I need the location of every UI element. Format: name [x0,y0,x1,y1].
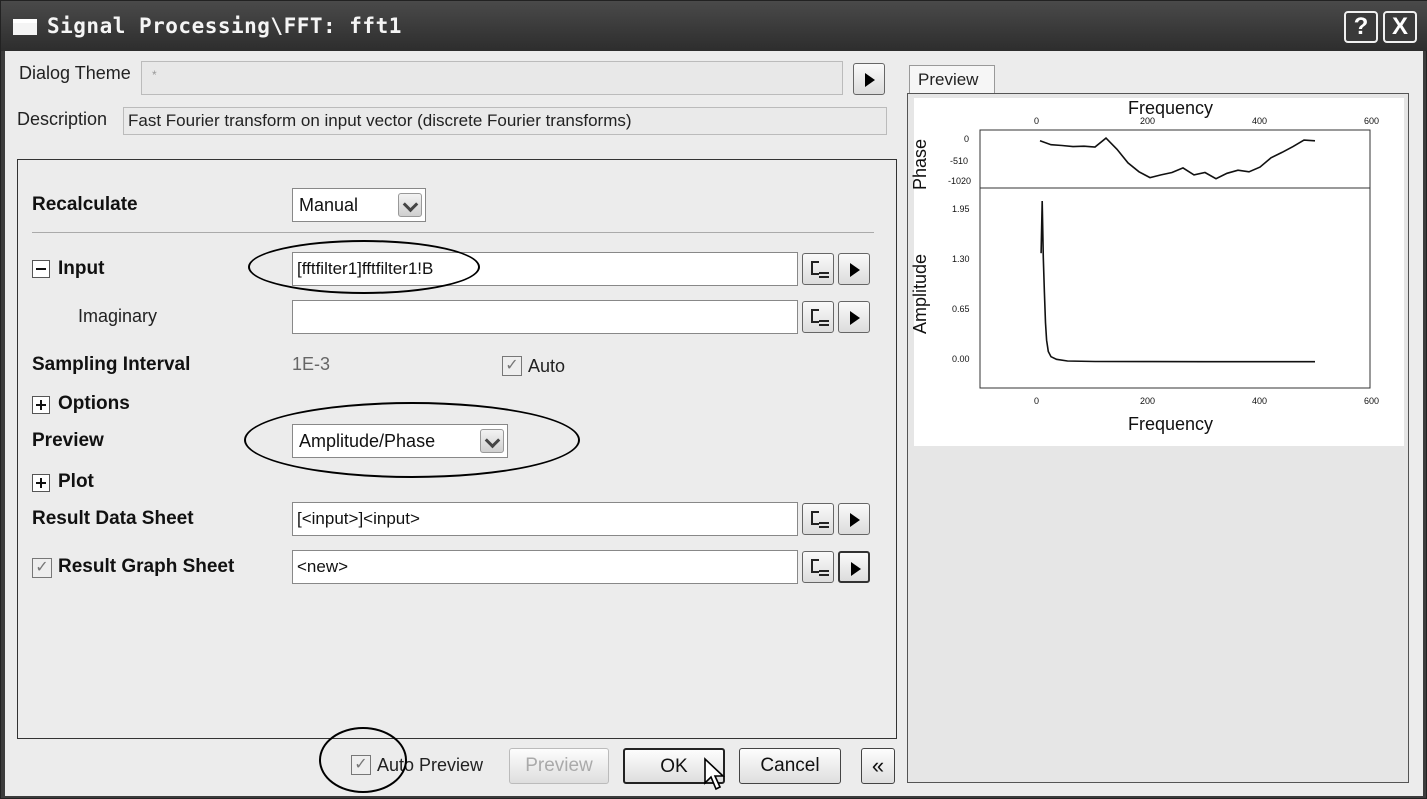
mouse-cursor-icon [704,757,725,791]
input-label: Input [58,258,105,279]
dialog-theme-field[interactable]: * [141,61,843,95]
chevron-down-icon[interactable] [398,193,422,217]
result-graph-menu-button[interactable] [838,551,870,583]
imaginary-field[interactable] [292,300,798,334]
input-menu-button[interactable] [838,253,870,285]
result-graph-sheet-field[interactable]: <new> [292,550,798,584]
chevron-down-icon[interactable] [480,429,504,453]
dialog-body: Dialog Theme * Description Fast Fourier … [5,51,1423,796]
tab-preview[interactable]: Preview [909,65,995,95]
imaginary-label: Imaginary [78,306,158,326]
input-field[interactable]: [fftfilter1]fftfilter1!B [292,252,798,286]
result-data-menu-button[interactable] [838,503,870,535]
result-data-sheet-label: Result Data Sheet [32,508,194,529]
phase-series-line [1039,137,1316,180]
fft-preview-chart [979,129,1371,389]
auto-preview-checkbox[interactable]: ✓ [351,755,371,775]
plot-label: Plot [58,471,94,492]
preview-button[interactable]: Preview [509,748,609,784]
preview-area: Frequency 0 200 400 600 Phase 0 -510 -10… [907,93,1409,783]
dialog-theme-menu-button[interactable] [853,63,885,95]
description-label: Description [17,109,108,129]
preview-graph: Frequency 0 200 400 600 Phase 0 -510 -10… [910,98,1404,446]
imaginary-pick-button[interactable] [802,301,834,333]
preview-value: Amplitude/Phase [299,431,436,451]
result-data-sheet-field[interactable]: [<input>]<input> [292,502,798,536]
fft-dialog-window: Signal Processing\FFT: fft1 ? X Dialog T… [0,0,1427,799]
window-title: Signal Processing\FFT: fft1 [47,14,402,38]
preview-label: Preview [32,430,104,451]
collapse-panel-button[interactable]: « [861,748,895,784]
help-button[interactable]: ? [1344,11,1378,43]
dialog-theme-label: Dialog Theme [19,63,131,83]
imaginary-menu-button[interactable] [838,301,870,333]
result-graph-sheet-checkbox[interactable]: ✓ [32,558,52,578]
options-expand-toggle[interactable] [32,396,50,414]
window-icon [13,19,37,35]
recalculate-label: Recalculate [32,194,138,215]
settings-panel: Recalculate Manual Input [fftfilter1]fft… [17,159,897,739]
input-pick-button[interactable] [802,253,834,285]
preview-combo[interactable]: Amplitude/Phase [292,424,508,458]
result-data-pick-button[interactable] [802,503,834,535]
sampling-interval-value: 1E-3 [292,354,331,374]
close-button[interactable]: X [1383,11,1417,43]
sampling-interval-label: Sampling Interval [32,354,191,375]
options-label: Options [58,393,130,414]
phase-plot-frame [979,129,1371,189]
title-bar[interactable]: Signal Processing\FFT: fft1 ? X [1,1,1427,51]
auto-label: Auto [528,356,566,376]
amplitude-plot-frame [979,187,1371,389]
recalculate-combo[interactable]: Manual [292,188,426,222]
divider [32,232,874,233]
recalculate-value: Manual [299,195,359,215]
cancel-button[interactable]: Cancel [739,748,841,784]
description-text: Fast Fourier transform on input vector (… [123,107,887,135]
auto-preview-label: Auto Preview [377,755,484,775]
amplitude-series-line [1040,200,1315,363]
auto-checkbox[interactable]: ✓ [502,356,522,376]
input-collapse-toggle[interactable] [32,260,50,278]
result-graph-pick-button[interactable] [802,551,834,583]
plot-expand-toggle[interactable] [32,474,50,492]
result-graph-sheet-label: Result Graph Sheet [58,556,235,577]
